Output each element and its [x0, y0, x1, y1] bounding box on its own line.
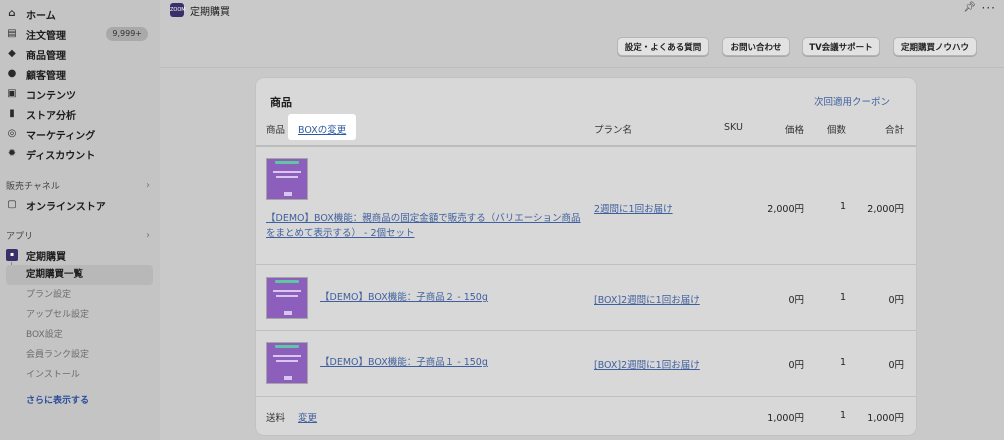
tv-support-button[interactable]: TV会議サポート: [802, 37, 880, 56]
nav-products[interactable]: ◆ 商品管理: [6, 44, 154, 64]
nav-discounts[interactable]: ✹ ディスカウント: [6, 144, 154, 164]
shipping-qty: 1: [839, 410, 846, 421]
chevron-right-icon: ›: [146, 229, 150, 241]
nav-marketing[interactable]: ◎ マーケティング: [6, 124, 154, 144]
header-divider: [256, 145, 916, 147]
nav-label: オンラインストア: [26, 201, 106, 213]
plan-link[interactable]: [BOX]2週間に1回お届け: [594, 357, 700, 371]
nav-label: 顧客管理: [26, 70, 66, 82]
nav-label: マーケティング: [26, 130, 96, 142]
app-topbar: ZOOM 定期購買 📌︎ ···: [160, 0, 1004, 20]
header-sku: SKU: [724, 122, 743, 133]
header-price: 価格: [784, 125, 804, 136]
total-value: 0円: [888, 295, 904, 306]
nav-analytics[interactable]: ▮ ストア分析: [6, 104, 154, 124]
product-thumbnail[interactable]: [266, 277, 308, 319]
store-icon: ▢: [7, 199, 17, 210]
nav-label: 定期購買: [26, 251, 66, 263]
row-divider: [256, 396, 916, 397]
sidebar-item-box-settings[interactable]: BOX設定: [26, 327, 63, 343]
qty-value: 1: [839, 292, 846, 303]
plan-link[interactable]: [BOX]2週間に1回お届け: [594, 292, 700, 306]
product-link[interactable]: 【DEMO】BOX機能：子商品１ - 150g: [320, 355, 488, 370]
header-qty: 個数: [826, 125, 846, 136]
target-icon: ◎: [7, 128, 17, 139]
price-value: 2,000円: [767, 204, 804, 215]
nav-content[interactable]: ▣ コンテンツ: [6, 84, 154, 104]
sub-item-label: 定期購買一覧: [26, 269, 84, 280]
header-product: 商品: [266, 125, 286, 136]
nav-label: 注文管理: [26, 30, 66, 42]
content-icon: ▣: [7, 88, 17, 99]
nav-label: ストア分析: [26, 110, 76, 122]
nav-orders[interactable]: ▤ 注文管理 9,999+: [6, 24, 154, 44]
sidebar-item-subscription-list[interactable]: 定期購買一覧: [6, 265, 153, 285]
nav-customers[interactable]: ● 顧客管理: [6, 64, 154, 84]
nav-home[interactable]: ⌂ ホーム: [6, 4, 154, 24]
product-thumbnail[interactable]: [266, 342, 308, 384]
knowhow-button[interactable]: 定期購買ノウハウ: [893, 37, 977, 56]
qty-value: 1: [839, 357, 846, 368]
row-divider: [256, 264, 916, 265]
header-total: 合計: [884, 125, 904, 136]
person-icon: ●: [7, 68, 17, 79]
pin-icon[interactable]: 📌︎: [963, 2, 976, 13]
tag-icon: ◆: [8, 48, 16, 59]
next-coupon-link[interactable]: 次回適用クーポン: [814, 94, 890, 108]
app-icon: ▪: [6, 249, 18, 261]
shipping-price: 1,000円: [767, 413, 804, 424]
section-label: 販売チャネル: [6, 181, 60, 192]
price-value: 0円: [788, 295, 804, 306]
home-icon: ⌂: [8, 8, 16, 19]
orders-count-badge: 9,999+: [106, 27, 148, 41]
show-more-link[interactable]: さらに表示する: [26, 393, 89, 406]
products-card: 商品 次回適用クーポン 商品 BOXの変更 プラン名 SKU 価格 個数 合計 …: [256, 78, 916, 435]
page-title: 定期購買: [190, 7, 230, 18]
faq-settings-button[interactable]: 設定・よくある質問: [617, 37, 709, 56]
shipping-change-link[interactable]: 変更: [298, 410, 317, 424]
sidebar-item-install[interactable]: インストール: [26, 367, 80, 383]
total-value: 2,000円: [867, 204, 904, 215]
card-title: 商品: [270, 96, 292, 109]
nav-label: コンテンツ: [26, 90, 76, 102]
nav-online-store[interactable]: ▢ オンラインストア: [6, 195, 154, 215]
sidebar-item-member-rank[interactable]: 会員ランク設定: [26, 347, 89, 363]
apps-heading[interactable]: アプリ ›: [6, 227, 154, 243]
more-options-icon[interactable]: ···: [982, 1, 996, 15]
chevron-right-icon: ›: [146, 179, 150, 191]
sidebar: ⌂ ホーム ▤ 注文管理 9,999+ ◆ 商品管理 ● 顧客管理 ▣ コンテン…: [0, 0, 160, 440]
gear-discount-icon: ✹: [7, 148, 17, 159]
row-divider: [256, 330, 916, 331]
box-change-link[interactable]: BOXの変更: [298, 122, 346, 136]
section-label: アプリ: [6, 231, 34, 242]
product-thumbnail[interactable]: [266, 158, 308, 200]
sidebar-item-plan-settings[interactable]: プラン設定: [26, 287, 71, 303]
nav-label: ディスカウント: [26, 150, 96, 162]
app-logo: ZOOM: [170, 3, 186, 17]
plan-link[interactable]: 2週間に1回お届け: [594, 201, 673, 215]
sidebar-item-upsell-settings[interactable]: アップセル設定: [26, 307, 89, 323]
header-plan: プラン名: [594, 125, 633, 136]
total-value: 0円: [888, 360, 904, 371]
toolbar-divider: [160, 67, 1004, 68]
product-link[interactable]: 【DEMO】BOX機能：親商品の固定金額で販売する（バリエーション商品をまとめて…: [266, 211, 586, 241]
inbox-icon: ▤: [7, 28, 17, 39]
product-link[interactable]: 【DEMO】BOX機能：子商品２ - 150g: [320, 290, 488, 305]
shipping-total: 1,000円: [867, 413, 904, 424]
price-value: 0円: [788, 360, 804, 371]
nav-label: ホーム: [26, 10, 56, 22]
contact-button[interactable]: お問い合わせ: [722, 37, 790, 56]
bar-chart-icon: ▮: [9, 108, 15, 119]
nav-label: 商品管理: [26, 50, 66, 62]
sales-channel-heading[interactable]: 販売チャネル ›: [6, 177, 154, 193]
shipping-label: 送料: [266, 413, 286, 424]
nav-app-subscription[interactable]: ▪ 定期購買: [6, 245, 154, 265]
qty-value: 1: [839, 201, 846, 212]
